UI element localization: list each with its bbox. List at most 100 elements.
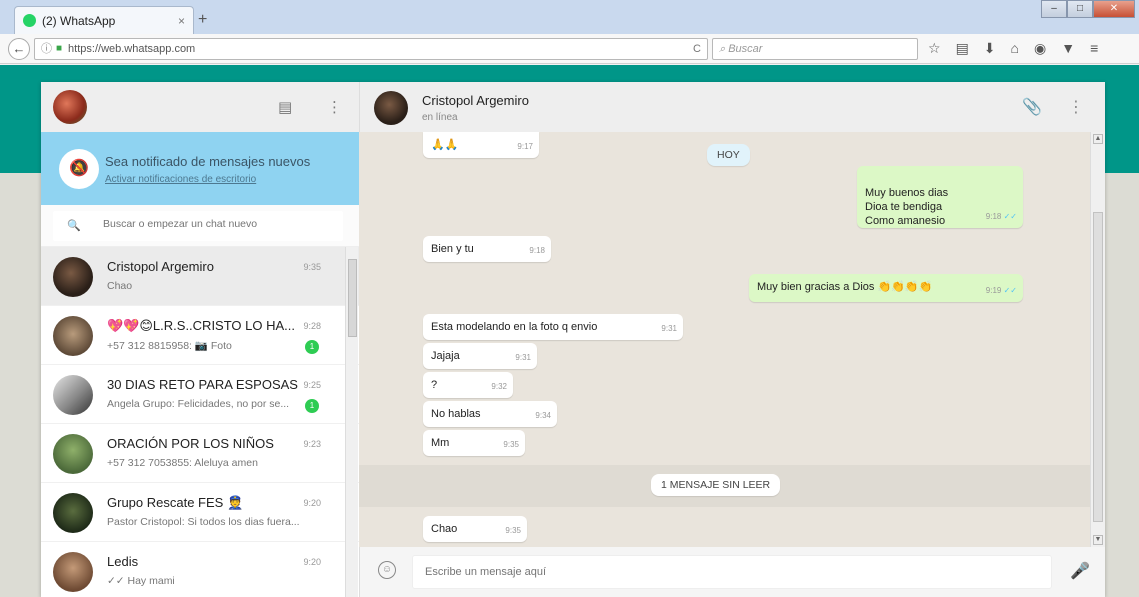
browser-search-box[interactable]: ⌕ Buscar — [712, 38, 918, 60]
message-time: 9:32 — [491, 382, 507, 391]
window-controls: – □ ✕ — [1041, 0, 1135, 18]
menu-icon[interactable]: ≡ — [1090, 40, 1098, 57]
notification-banner[interactable]: 🔕 Sea notificado de mensajes nuevos Acti… — [41, 132, 359, 205]
message-time: 9:31 — [515, 353, 531, 362]
browser-toolbar: ☆ ▤ ⬇ ⌂ ◉ ▼ ≡ — [928, 40, 1098, 57]
minimize-button[interactable]: – — [1041, 0, 1067, 18]
home-icon[interactable]: ⌂ — [1011, 40, 1019, 57]
unread-badge: 1 — [305, 340, 319, 354]
chat-name: ORACIÓN POR LOS NIÑOS — [107, 436, 274, 451]
message-time: 9:18 ✓✓ — [985, 212, 1017, 221]
chat-time: 9:20 — [303, 498, 321, 508]
chat-item[interactable]: Cristopol Argemiro 9:35 Chao — [41, 247, 359, 306]
message-scrollbar[interactable]: ▲ ▼ — [1090, 132, 1105, 547]
search-placeholder: Buscar — [728, 43, 763, 55]
notification-title: Sea notificado de mensajes nuevos — [105, 154, 311, 169]
sidebar: ▤ ⋮ 🔕 Sea notificado de mensajes nuevos … — [41, 82, 359, 597]
lock-icon: ■ — [56, 43, 63, 54]
new-tab-button[interactable]: + — [198, 11, 207, 29]
message-time: 9:35 — [505, 526, 521, 535]
avatar — [53, 257, 93, 297]
close-tab-icon[interactable]: × — [178, 14, 185, 28]
chat-preview: Angela Grupo: Felicidades, no por se... — [107, 398, 290, 410]
shield-icon[interactable]: ▼ — [1061, 40, 1075, 57]
info-icon[interactable]: ⓘ — [41, 39, 52, 59]
chat-item[interactable]: ORACIÓN POR LOS NIÑOS 9:23 +57 312 70538… — [41, 424, 359, 483]
chat-time: 9:25 — [303, 380, 321, 390]
message-text: Esta modelando en la foto q envio — [431, 321, 598, 333]
mic-icon[interactable]: 🎤 — [1070, 561, 1090, 581]
chat-search-box[interactable]: 🔍 — [53, 211, 343, 241]
message-incoming: Mm 9:35 — [423, 430, 525, 456]
emoji-icon[interactable]: ☺ — [378, 561, 396, 579]
chat-time: 9:35 — [303, 262, 321, 272]
unread-badge: 1 — [305, 399, 319, 413]
message-input[interactable] — [412, 555, 1052, 589]
scroll-down-arrow[interactable]: ▼ — [1093, 535, 1103, 545]
download-icon[interactable]: ⬇ — [984, 40, 996, 57]
message-area: 🙏🙏 9:17 HOY Muy buenos dias Dioa te bend… — [359, 132, 1090, 547]
pocket-icon[interactable]: ◉ — [1034, 40, 1046, 57]
double-check-icon: ✓✓ — [1003, 212, 1017, 221]
message-text: Mm — [431, 437, 450, 449]
chat-list: Cristopol Argemiro 9:35 Chao 💖💖😊L.R.S..C… — [41, 247, 359, 597]
message-text: ? — [431, 379, 438, 391]
message-incoming: Esta modelando en la foto q envio 9:31 — [423, 314, 683, 340]
message-composer: ☺ 🎤 — [359, 547, 1105, 597]
double-check-icon: ✓✓ — [1003, 286, 1017, 295]
chat-item[interactable]: Ledis 9:20 ✓✓ Hay mami — [41, 542, 359, 597]
message-incoming: Bien y tu 9:18 — [423, 236, 551, 262]
browser-tab[interactable]: (2) WhatsApp × — [14, 6, 194, 34]
chat-preview: Pastor Cristopol: Si todos los dias fuer… — [107, 516, 300, 528]
maximize-button[interactable]: □ — [1067, 0, 1093, 18]
scrollbar-thumb[interactable] — [348, 259, 357, 337]
chat-time: 9:23 — [303, 439, 321, 449]
chat-name: Grupo Rescate FES 👮 — [107, 495, 244, 510]
message-incoming: Chao 9:35 — [423, 516, 527, 542]
chat-time: 9:28 — [303, 321, 321, 331]
unread-divider: 1 MENSAJE SIN LEER — [651, 474, 781, 496]
message-text: Jajaja — [431, 350, 460, 362]
chat-list-scrollbar[interactable] — [345, 247, 358, 597]
chat-preview: ✓✓ Hay mami — [107, 575, 175, 587]
message-text: Muy buenos dias Dioa te bendiga Como ama… — [865, 187, 949, 227]
chat-search-row: 🔍 — [41, 205, 359, 247]
chat-item[interactable]: Grupo Rescate FES 👮 9:20 Pastor Cristopo… — [41, 483, 359, 542]
contact-avatar[interactable] — [374, 91, 408, 125]
message-time: 9:18 — [529, 246, 545, 255]
bell-off-icon: 🔕 — [59, 149, 99, 189]
address-bar[interactable]: ⓘ ■ https://web.whatsapp.com C — [34, 38, 708, 60]
scroll-up-arrow[interactable]: ▲ — [1093, 134, 1103, 144]
scrollbar-thumb[interactable] — [1093, 212, 1103, 522]
avatar — [53, 493, 93, 533]
bookmark-list-icon[interactable]: ▤ — [956, 40, 969, 57]
date-divider: HOY — [707, 144, 750, 166]
message-text: 🙏🙏 — [431, 139, 459, 151]
whatsapp-favicon-icon — [23, 14, 36, 27]
more-icon[interactable]: ⋮ — [1068, 97, 1084, 117]
sidebar-header: ▤ ⋮ — [41, 82, 359, 132]
reload-icon[interactable]: C — [693, 39, 701, 59]
message-time: 9:35 — [503, 440, 519, 449]
chat-name: Cristopol Argemiro — [107, 259, 214, 274]
chat-item[interactable]: 💖💖😊L.R.S..CRISTO LO HA... 9:28 +57 312 8… — [41, 306, 359, 365]
my-avatar[interactable] — [53, 90, 87, 124]
chat-name: 30 DIAS RETO PARA ESPOSAS — [107, 377, 298, 392]
message-time: 9:34 — [535, 411, 551, 420]
close-window-button[interactable]: ✕ — [1093, 0, 1135, 18]
chat-search-input[interactable] — [103, 218, 333, 230]
chat-icon[interactable]: ▤ — [278, 98, 292, 116]
message-time: 9:17 — [517, 142, 533, 151]
enable-notifications-link[interactable]: Activar notificaciones de escritorio — [105, 174, 256, 185]
chat-item[interactable]: 30 DIAS RETO PARA ESPOSAS 9:25 Angela Gr… — [41, 365, 359, 424]
browser-tab-bar: (2) WhatsApp × + – □ ✕ — [0, 0, 1139, 34]
star-icon[interactable]: ☆ — [928, 40, 941, 57]
chat-time: 9:20 — [303, 557, 321, 567]
more-icon[interactable]: ⋮ — [327, 98, 342, 116]
conversation-header[interactable]: Cristopol Argemiro en línea 📎 ⋮ — [359, 82, 1105, 132]
attach-icon[interactable]: 📎 — [1022, 97, 1042, 117]
back-arrow-icon[interactable]: ← — [8, 38, 30, 60]
chat-name: 💖💖😊L.R.S..CRISTO LO HA... — [107, 318, 295, 333]
message-incoming: Jajaja 9:31 — [423, 343, 537, 369]
message-text: Chao — [431, 523, 458, 535]
